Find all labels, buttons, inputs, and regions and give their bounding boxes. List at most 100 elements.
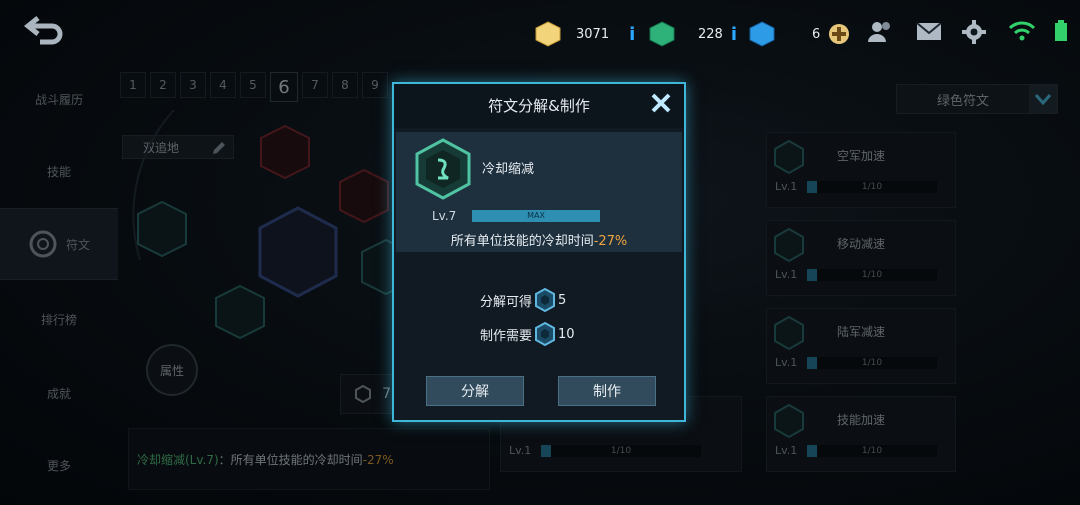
- sidebar-item-label: 符文: [65, 237, 90, 252]
- close-button[interactable]: [648, 92, 674, 118]
- skill-speed-rune-icon: [774, 403, 804, 439]
- back-arrow-icon: [23, 16, 63, 45]
- rune-level: Lv.7: [432, 209, 457, 223]
- effect-text: 所有单位技能的冷却时间: [450, 234, 594, 249]
- rune-hex-icon: [355, 385, 372, 403]
- craft-value: 10: [558, 326, 575, 342]
- rune-craft-dialog: 符文分解&制作 冷却缩减 Lv.7 MAX 所有单位技能的冷却时间-27% 分解…: [392, 82, 686, 422]
- card-progress-bar: 1/10: [807, 181, 937, 193]
- friends-icon[interactable]: [868, 20, 894, 44]
- diamond-resource: 6: [748, 20, 850, 48]
- card-progress-bar: 1/10: [807, 357, 937, 369]
- page-tab[interactable]: 2: [150, 72, 176, 98]
- page-tab[interactable]: 3: [180, 72, 206, 98]
- rune-shard-icon: [535, 322, 555, 346]
- wifi-icon: [1008, 21, 1036, 41]
- card-progress-text: 1/10: [861, 182, 883, 192]
- page-tab[interactable]: 4: [210, 72, 236, 98]
- battery-icon: [1055, 20, 1067, 41]
- card-progress-text: 1/10: [861, 358, 883, 368]
- page-tab[interactable]: 9: [362, 72, 388, 98]
- chevron-down-icon: [1034, 94, 1052, 106]
- sidebar-item-more[interactable]: 更多: [0, 430, 118, 500]
- page-tab[interactable]: 7: [302, 72, 328, 98]
- decompose-value: 5: [558, 292, 567, 308]
- rune-shard-icon: [535, 288, 555, 312]
- card-level: Lv.1: [775, 444, 798, 457]
- sidebar-item-label: 战斗履历: [34, 92, 83, 107]
- card-progress-bar: 1/10: [807, 269, 937, 281]
- page-tab-selected[interactable]: 6: [270, 72, 298, 102]
- back-button[interactable]: [23, 12, 68, 48]
- page-tab[interactable]: 8: [332, 72, 358, 98]
- rune-name: 冷却缩减: [482, 162, 535, 177]
- desc-value: -27%: [362, 453, 394, 467]
- card-progress-bar: 1/10: [807, 445, 937, 457]
- left-sidebar: 战斗履历 技能 符文 排行榜 成就 更多: [0, 64, 118, 505]
- sidebar-item-label: 技能: [46, 164, 71, 179]
- rune-filter-dropdown[interactable]: 绿色符文: [896, 84, 1058, 114]
- rune-card[interactable]: 技能加速 Lv.1 1/10: [766, 396, 956, 472]
- sidebar-item-skills[interactable]: 技能: [0, 136, 118, 206]
- settings-gear-icon[interactable]: [962, 20, 986, 44]
- rune-detail-panel: 冷却缩减 Lv.7 MAX 所有单位技能的冷却时间-27%: [396, 132, 682, 252]
- level-bar-text: MAX: [527, 211, 545, 220]
- desc-text: ：所有单位技能的冷却时间: [218, 453, 363, 467]
- sidebar-item-label: 排行榜: [40, 312, 77, 327]
- craft-label: 制作需要: [480, 328, 533, 344]
- rune-card[interactable]: 移动减速 Lv.1 1/10: [766, 220, 956, 296]
- rune-slot-red-small[interactable]: [339, 168, 389, 224]
- attributes-button[interactable]: 属性: [146, 344, 198, 396]
- blue-diamond-icon: [749, 21, 775, 47]
- gem-amount: 228: [698, 26, 723, 42]
- rune-card[interactable]: 陆军减速 Lv.1 1/10: [766, 308, 956, 384]
- gold-resource: 3071 i: [534, 20, 635, 48]
- air-speed-rune-icon: [774, 139, 804, 175]
- filter-label: 绿色符文: [937, 94, 990, 109]
- gem-resource: 228 i: [648, 20, 737, 48]
- decompose-yield-row: 分解可得 5: [480, 288, 566, 312]
- add-plus-icon[interactable]: [828, 23, 850, 45]
- effect-value: -27%: [593, 234, 628, 249]
- card-name: 空军加速: [837, 149, 886, 163]
- level-progress-bar: MAX: [472, 210, 600, 222]
- desc-rune-name: 冷却缩减(Lv.7): [137, 453, 219, 467]
- rune-count-value: 7: [382, 386, 391, 402]
- rune-count: 7: [340, 374, 398, 414]
- card-level: Lv.1: [775, 268, 798, 281]
- sidebar-item-battle-history[interactable]: 战斗履历: [0, 64, 118, 134]
- ground-slow-rune-icon: [774, 315, 804, 351]
- rune-page-tabs: 1 2 3 4 5 6 7 8 9: [120, 72, 388, 102]
- rune-ring-icon: [29, 230, 57, 258]
- dialog-header: 符文分解&制作: [394, 84, 684, 128]
- rune-slot-center[interactable]: [258, 206, 338, 298]
- card-name: 技能加速: [837, 413, 886, 427]
- sidebar-item-label: 更多: [46, 458, 71, 473]
- page-tab[interactable]: 1: [120, 72, 146, 98]
- card-name: 移动减速: [837, 237, 886, 251]
- sidebar-item-runes[interactable]: 符文: [0, 208, 118, 280]
- card-progress-bar: 1/10: [541, 445, 701, 457]
- card-level: Lv.1: [509, 444, 532, 457]
- gold-info-icon[interactable]: i: [629, 24, 635, 45]
- card-progress-text: 1/10: [861, 270, 883, 280]
- close-icon: [651, 93, 671, 113]
- card-progress-text: 1/10: [610, 446, 632, 456]
- card-name: 陆军减速: [837, 325, 886, 339]
- decompose-button[interactable]: 分解: [426, 376, 524, 406]
- top-bar: 3071 i 228 i 6: [0, 0, 1080, 64]
- rune-slot-red[interactable]: [260, 124, 310, 180]
- sidebar-item-achievements[interactable]: 成就: [0, 358, 118, 428]
- rune-card[interactable]: 空军加速 Lv.1 1/10: [766, 132, 956, 208]
- craft-button[interactable]: 制作: [558, 376, 656, 406]
- rune-slot-green-left[interactable]: [137, 200, 187, 258]
- dropdown-arrow[interactable]: [1029, 85, 1057, 113]
- page-tab[interactable]: 5: [240, 72, 266, 98]
- mail-icon[interactable]: [916, 20, 942, 42]
- rune-slot-green-bottom[interactable]: [215, 284, 265, 340]
- gem-info-icon[interactable]: i: [731, 24, 737, 45]
- sidebar-item-label: 成就: [46, 386, 71, 401]
- card-level: Lv.1: [775, 356, 798, 369]
- decompose-label: 分解可得: [480, 294, 533, 310]
- sidebar-item-leaderboard[interactable]: 排行榜: [0, 284, 118, 354]
